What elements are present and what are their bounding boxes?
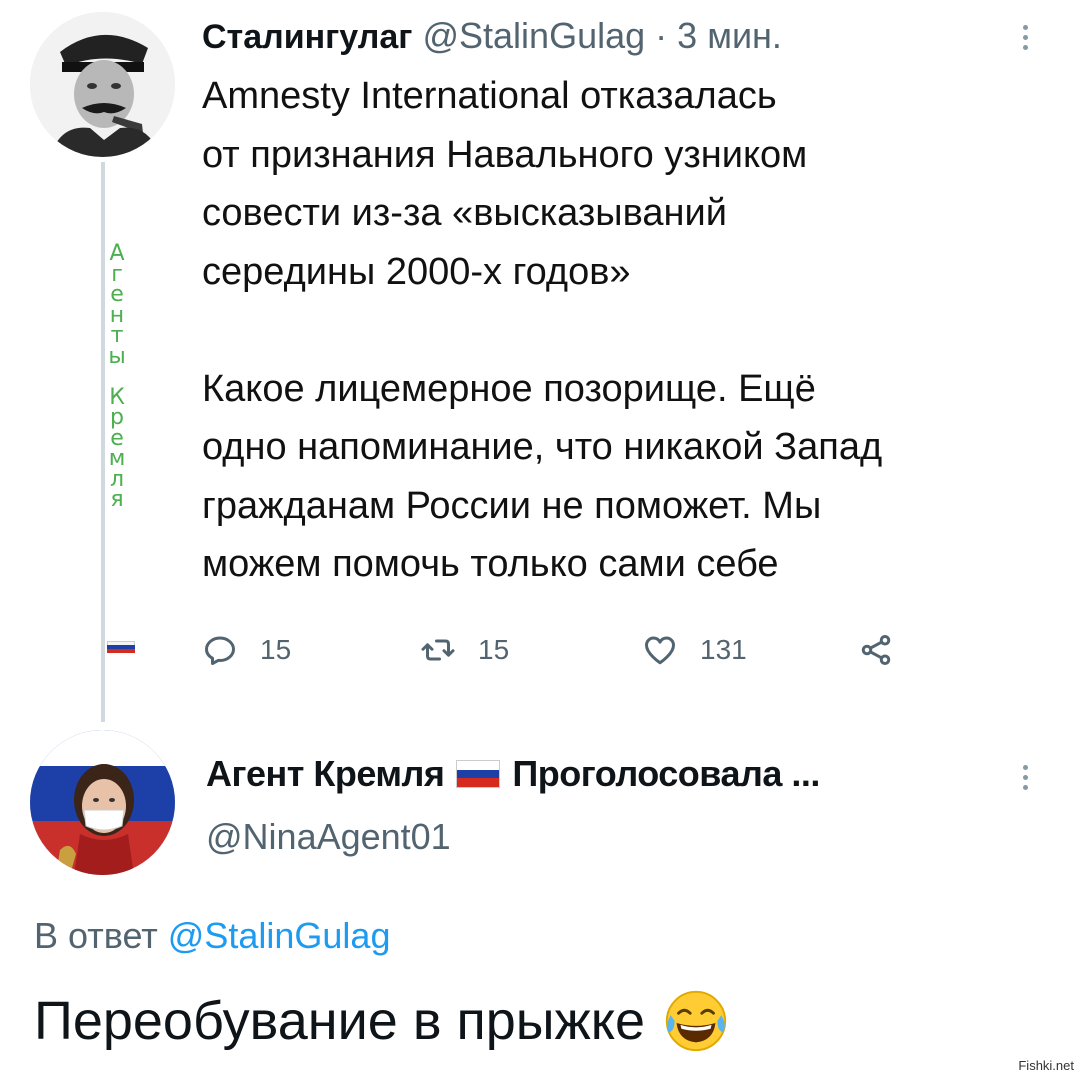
tweet2-text: Переобувание в прыжке [34,986,731,1056]
tweet1-actions: 15 15 131 [202,628,922,672]
tweet1-header: Сталингулаг @StalinGulag · 3 мин. [202,14,782,59]
like-button[interactable]: 131 [642,628,747,672]
tweet-body-line: одно напоминание, что никакой Запад [202,426,883,468]
thread-label-vertical: АгентыКремля [107,243,127,512]
author-name-part2: Проголосовала ... [512,753,820,794]
russian-flag-small-icon [107,641,135,653]
profile-photo-image [30,730,175,875]
tweet-body-line: можем помочь только сами себе [202,543,779,585]
share-icon [861,635,891,665]
tweet-body-line: Amnesty International отказалась [202,75,777,117]
retweet-count: 15 [478,634,510,665]
face-with-tears-of-joy-icon [665,990,727,1052]
author-name-part1: Агент Кремля [206,753,445,794]
tweet-body-line: гражданам России не поможет. Мы [202,484,822,527]
reply-icon [205,636,235,665]
author-name[interactable]: Сталингулаг [202,18,412,56]
portrait-image [30,12,175,157]
tweet2-text-content: Переобувание в прыжке [34,991,645,1051]
more-vertical-icon[interactable] [1020,22,1030,52]
thread-connector-line [101,162,105,722]
more-vertical-icon[interactable] [1020,762,1030,792]
reply-button[interactable]: 15 [202,628,291,672]
tweet-body-blank-line [202,301,1062,360]
heart-icon [645,636,675,665]
tweet2-author-name[interactable]: Агент Кремля Проголосовала ... [206,752,820,796]
watermark: Fishki.net [1018,1058,1074,1073]
reply-to-line: В ответ @StalinGulag [34,914,390,958]
tweet-body-line: совести из-за «высказываний [202,192,727,234]
tweet-body-line: от признания Навального узником [202,133,808,176]
retweet-button[interactable]: 15 [420,628,509,672]
russian-flag-icon [456,760,501,788]
reply-to-link[interactable]: @StalinGulag [168,915,391,956]
thread-label-char: ы [108,343,126,369]
tweet-body-line: Какое лицемерное позорище. Ещё [202,367,816,410]
tweet-body-line: середины 2000-х годов» [202,250,631,293]
retweet-icon [421,639,455,661]
stalingulag-avatar[interactable] [30,12,175,157]
thread-label-char: я [110,487,124,512]
reply-prefix: В ответ [34,915,158,956]
nina-agent-avatar[interactable] [30,730,175,875]
header-separator: · [655,15,668,56]
reply-count: 15 [260,634,292,665]
author-handle[interactable]: @StalinGulag [422,15,645,56]
share-button[interactable] [858,628,894,672]
tweet-time[interactable]: 3 мин. [677,15,782,56]
like-count: 131 [700,634,747,665]
tweet2-author-handle[interactable]: @NinaAgent01 [206,815,451,859]
tweet1-body: Amnesty International отказалась от призн… [202,67,1062,594]
